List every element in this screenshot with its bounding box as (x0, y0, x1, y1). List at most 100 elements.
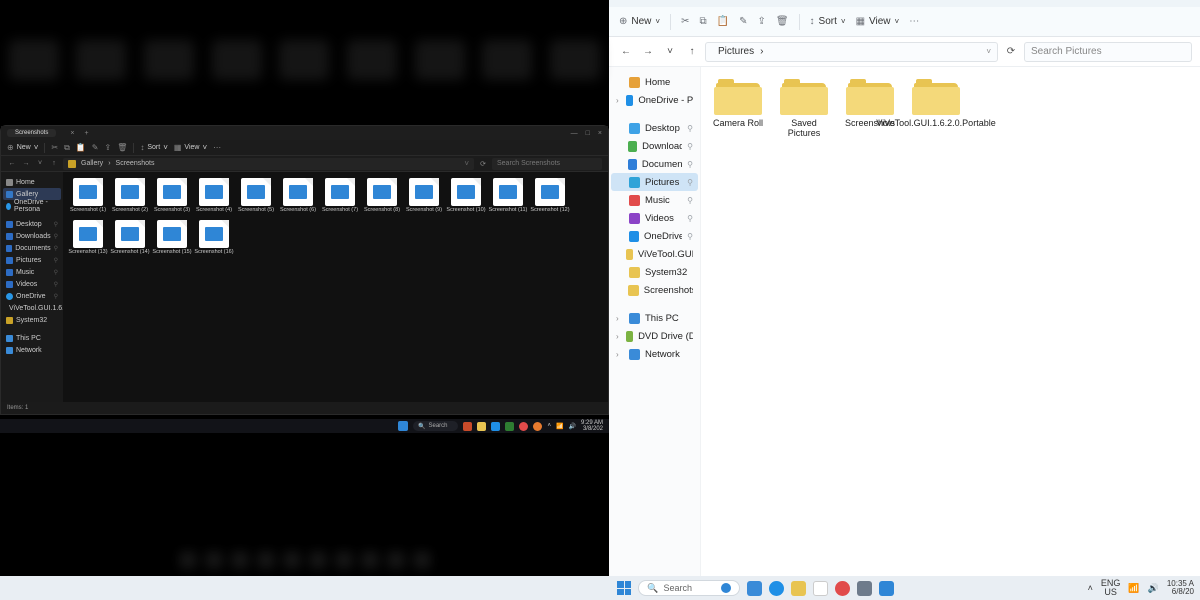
sidebar-item[interactable]: ›Pictures⚲ (611, 173, 698, 191)
start-button[interactable] (398, 421, 408, 431)
back-icon[interactable]: ← (7, 160, 17, 167)
copy-icon[interactable]: ⧉ (699, 16, 706, 27)
folder-item[interactable]: Camera Roll (709, 79, 767, 139)
forward-icon[interactable]: → (639, 46, 657, 57)
tray-chevron-icon[interactable]: ˄ (548, 423, 552, 429)
tray-chevron-icon[interactable]: ˄ (1088, 583, 1093, 593)
sidebar-item[interactable]: ›Downloads⚲ (611, 137, 698, 155)
sidebar-item[interactable]: This PC (3, 332, 61, 344)
rename-icon[interactable]: ✎ (92, 143, 99, 152)
view-button[interactable]: ▦ View (856, 16, 900, 27)
more-icon[interactable]: ⋯ (213, 143, 221, 152)
sort-button[interactable]: ↕ Sort (810, 16, 846, 27)
sidebar-item[interactable]: ›System32 (611, 263, 698, 281)
sidebar-item[interactable]: Desktop⚲ (3, 218, 61, 230)
maximize-icon[interactable]: □ (586, 130, 590, 137)
new-tab-icon[interactable]: + (84, 130, 88, 137)
sidebar-item[interactable]: ViVeTool.GUI.1.6.2.0 (3, 302, 61, 314)
edge-icon[interactable] (769, 581, 784, 596)
up-icon[interactable]: ↑ (683, 46, 701, 57)
sidebar-item[interactable]: ›This PC (611, 309, 698, 327)
delete-icon[interactable]: 🗑 (117, 143, 127, 152)
search-input[interactable]: Search Screenshots (492, 158, 602, 170)
paste-icon[interactable]: 📋 (76, 143, 86, 152)
back-icon[interactable]: ← (617, 46, 635, 57)
volume-icon[interactable]: 🔊 (569, 423, 576, 430)
close-window-icon[interactable]: × (598, 130, 602, 137)
sidebar-item[interactable]: ›OneDrive⚲ (611, 227, 698, 245)
file-item[interactable]: Screenshot (16) (193, 220, 235, 256)
share-icon[interactable]: ⇪ (104, 143, 111, 152)
search-input[interactable]: Search Pictures (1024, 42, 1192, 62)
clock[interactable]: 9:29 AM 3/8/202 (581, 420, 603, 432)
file-item[interactable]: Screenshot (13) (67, 220, 109, 256)
cut-icon[interactable]: ✂ (681, 16, 689, 27)
wifi-icon[interactable]: 📶 (556, 423, 563, 430)
sidebar-item[interactable]: ›Videos⚲ (611, 209, 698, 227)
file-item[interactable]: Screenshot (1) (67, 178, 109, 214)
volume-icon[interactable]: 🔊 (1148, 583, 1159, 594)
file-item[interactable]: Screenshot (5) (235, 178, 277, 214)
taskview-icon[interactable] (747, 581, 762, 596)
sidebar-item[interactable]: ›Home (611, 73, 698, 91)
sidebar-item[interactable]: Pictures⚲ (3, 254, 61, 266)
sidebar-item[interactable]: Music⚲ (3, 266, 61, 278)
sidebar-item[interactable]: ›Screenshots (611, 281, 698, 299)
sidebar-item[interactable]: System32 (3, 314, 61, 326)
taskbar-search[interactable]: 🔍 Search (413, 421, 458, 431)
sidebar-item[interactable]: Network (3, 344, 61, 356)
sidebar-item[interactable]: Home (3, 176, 61, 188)
folder-item[interactable]: Saved Pictures (775, 79, 833, 139)
file-item[interactable]: Screenshot (4) (193, 178, 235, 214)
file-item[interactable]: Screenshot (14) (109, 220, 151, 256)
refresh-icon[interactable]: ⟳ (478, 160, 488, 168)
file-item[interactable]: Screenshot (9) (403, 178, 445, 214)
up-icon[interactable]: ↑ (49, 160, 59, 167)
refresh-icon[interactable]: ⟳ (1002, 46, 1020, 57)
sidebar-item[interactable]: ›Music⚲ (611, 191, 698, 209)
share-icon[interactable]: ⇪ (757, 16, 765, 27)
new-button[interactable]: ⊕ New (619, 16, 660, 27)
sidebar-item[interactable]: OneDrive - Persona (3, 200, 61, 212)
new-button[interactable]: ⊕ New (7, 143, 38, 152)
more-icon[interactable]: ⋯ (909, 16, 919, 27)
rename-icon[interactable]: ✎ (739, 16, 747, 27)
sidebar-item[interactable]: ›OneDrive - Persona (611, 91, 698, 109)
taskbar-search[interactable]: 🔍 Search (638, 580, 740, 596)
edge-icon[interactable] (491, 422, 500, 431)
minimize-icon[interactable]: — (571, 130, 578, 137)
chevron-down-icon[interactable]: ˅ (35, 160, 45, 167)
file-item[interactable]: Screenshot (11) (487, 178, 529, 214)
wifi-icon[interactable]: 📶 (1128, 583, 1139, 594)
cut-icon[interactable]: ✂ (51, 143, 58, 152)
dark-tab[interactable]: Screenshots (7, 129, 56, 137)
file-item[interactable]: Screenshot (6) (277, 178, 319, 214)
sidebar-item[interactable]: Downloads⚲ (3, 230, 61, 242)
sidebar-item[interactable]: ›ViVeTool.GUI.1.6.2.0 (611, 245, 698, 263)
chevron-down-icon[interactable]: ˅ (661, 46, 679, 57)
language-indicator[interactable]: ENG US (1101, 579, 1121, 597)
sidebar-item[interactable]: ›Network (611, 345, 698, 363)
taskbar-app-icon[interactable] (505, 422, 514, 431)
sidebar-item[interactable]: OneDrive⚲ (3, 290, 61, 302)
firefox-icon[interactable] (533, 422, 542, 431)
file-item[interactable]: Screenshot (15) (151, 220, 193, 256)
explorer-icon[interactable] (791, 581, 806, 596)
delete-icon[interactable]: 🗑 (776, 16, 789, 27)
start-button[interactable] (617, 581, 631, 595)
sidebar-item[interactable]: Videos⚲ (3, 278, 61, 290)
explorer-icon[interactable] (477, 422, 486, 431)
breadcrumb[interactable]: Gallery› Screenshots (63, 158, 474, 170)
file-item[interactable]: Screenshot (2) (109, 178, 151, 214)
sidebar-item[interactable]: ›DVD Drive (D:) CCC (611, 327, 698, 345)
chevron-down-icon[interactable] (464, 159, 469, 168)
file-item[interactable]: Screenshot (10) (445, 178, 487, 214)
sort-button[interactable]: ↕ Sort (140, 143, 168, 152)
sidebar-item[interactable]: ›Documents⚲ (611, 155, 698, 173)
file-item[interactable]: Screenshot (12) (529, 178, 571, 214)
folder-item[interactable]: Screenshots (841, 79, 899, 139)
folder-item[interactable]: ViVeTool.GUI.1.6.2.0.Portable (907, 79, 965, 139)
sidebar-item[interactable]: ›Desktop⚲ (611, 119, 698, 137)
chevron-down-icon[interactable] (986, 46, 991, 57)
sidebar-item[interactable]: Documents⚲ (3, 242, 61, 254)
